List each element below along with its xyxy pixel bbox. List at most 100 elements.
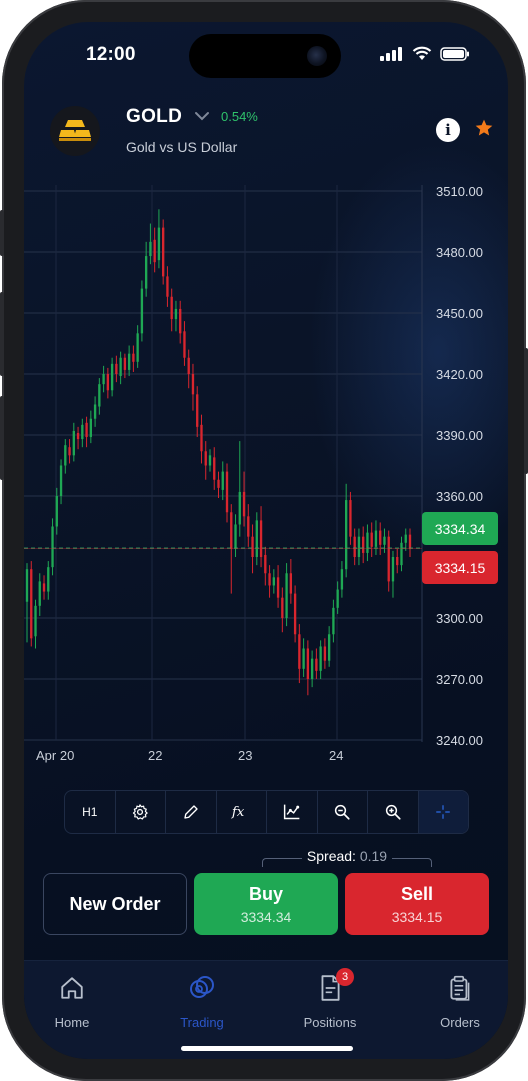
chart-toolbar: H1 fx <box>64 790 469 834</box>
candle-body <box>140 288 144 334</box>
tab-orders[interactable]: Orders <box>412 973 508 1030</box>
candle-body <box>302 648 305 669</box>
dynamic-island <box>189 34 341 78</box>
candle-body <box>98 384 101 407</box>
background-glow <box>308 142 508 562</box>
price-change-badge: 0.54% <box>221 109 258 124</box>
buy-label: Buy <box>248 883 283 904</box>
sell-label: Sell <box>400 883 434 904</box>
candle-body <box>259 520 263 557</box>
candle-body <box>293 593 297 635</box>
volume-up-button <box>0 292 4 376</box>
candle-body <box>136 333 139 362</box>
sell-price: 3334.15 <box>391 908 443 925</box>
bottom-tab-bar: Home Trading 3 Positions Orders <box>24 960 508 1059</box>
candle-body <box>157 227 161 261</box>
candle-body <box>42 583 46 592</box>
candle-body <box>149 241 152 257</box>
candle-body <box>255 520 258 557</box>
candle-body <box>247 516 250 537</box>
candle-body <box>85 422 88 438</box>
candle-body <box>208 455 212 466</box>
candle-body <box>272 577 275 586</box>
candle-body <box>123 357 127 370</box>
functions-button[interactable]: fx <box>217 791 267 833</box>
candle-body <box>242 491 246 517</box>
settings-icon <box>133 804 148 820</box>
candle-body <box>213 457 216 480</box>
candle-body <box>153 239 156 263</box>
signal-icon <box>380 46 402 61</box>
candle-body <box>144 256 148 289</box>
candle-body <box>93 404 97 419</box>
indicator-chart-icon <box>283 804 300 820</box>
power-button <box>524 348 528 474</box>
app-screen: 12:00 GOLD 0.54% Gold vs US Dollar i 351… <box>24 22 508 1059</box>
sell-button[interactable]: Sell 3334.15 <box>345 873 489 935</box>
draw-button[interactable] <box>166 791 217 833</box>
volume-down-button <box>0 396 4 480</box>
new-order-button[interactable]: New Order <box>43 873 187 935</box>
candle-body <box>315 658 318 671</box>
candle-body <box>187 357 190 374</box>
candle-body <box>251 536 254 557</box>
candle-body <box>238 491 241 525</box>
function-icon: fx <box>231 805 245 820</box>
clipboard-icon <box>450 975 470 1001</box>
spread-label: Spread: <box>306 848 356 864</box>
y-tick-label: 3240.00 <box>436 733 483 748</box>
candle-body <box>183 331 186 358</box>
settings-button[interactable] <box>116 791 166 833</box>
candle-body <box>332 607 335 635</box>
zoom-out-button[interactable] <box>318 791 368 833</box>
candle-body <box>68 447 71 456</box>
candle-body <box>64 445 67 466</box>
candle-body <box>276 577 280 598</box>
star-icon[interactable] <box>474 118 494 138</box>
candle-body <box>81 424 84 440</box>
candle-body <box>55 496 58 527</box>
y-tick-label: 3300.00 <box>436 611 483 626</box>
gold-bars-icon[interactable] <box>50 106 100 156</box>
candle-body <box>327 634 331 661</box>
candle-body <box>59 465 63 496</box>
zoom-in-button[interactable] <box>368 791 419 833</box>
tab-positions[interactable]: 3 Positions <box>282 968 378 1030</box>
tab-trading-label: Trading <box>180 1015 224 1030</box>
candle-body <box>166 276 169 297</box>
candle-body <box>34 605 37 637</box>
candle-body <box>217 479 220 488</box>
tab-trading[interactable]: Trading <box>154 973 250 1030</box>
tab-home[interactable]: Home <box>24 973 120 1030</box>
zoom-out-icon <box>335 804 350 820</box>
timeframe-button[interactable]: H1 <box>65 791 116 833</box>
pencil-icon <box>184 805 198 819</box>
tab-orders-label: Orders <box>440 1015 480 1030</box>
buy-price: 3334.34 <box>240 908 292 925</box>
buy-button[interactable]: Buy 3334.34 <box>194 873 338 935</box>
tab-positions-label: Positions <box>303 1015 357 1030</box>
crosshair-button[interactable] <box>418 791 468 833</box>
candle-body <box>25 569 29 602</box>
candle-body <box>179 308 182 334</box>
x-tick-label: 23 <box>238 748 252 763</box>
candle-body <box>115 363 118 374</box>
candle-body <box>200 424 203 452</box>
svg-text:fx: fx <box>231 805 245 820</box>
candle-body <box>285 573 288 618</box>
candle-body <box>340 569 344 590</box>
info-button[interactable]: i <box>436 118 460 142</box>
asset-description: Gold vs US Dollar <box>126 139 238 155</box>
zoom-in-icon <box>385 804 401 820</box>
chevron-down-icon[interactable] <box>194 110 210 122</box>
ask-price-tag: 3334.34 <box>422 512 498 545</box>
asset-symbol[interactable]: GOLD <box>126 106 182 128</box>
candle-body <box>225 471 229 513</box>
candle-body <box>230 512 233 549</box>
indicators-button[interactable] <box>267 791 318 833</box>
candle-body <box>162 227 165 277</box>
positions-badge: 3 <box>336 968 354 986</box>
candle-body <box>72 430 75 456</box>
candle-body <box>298 634 301 669</box>
candle-body <box>281 597 284 618</box>
